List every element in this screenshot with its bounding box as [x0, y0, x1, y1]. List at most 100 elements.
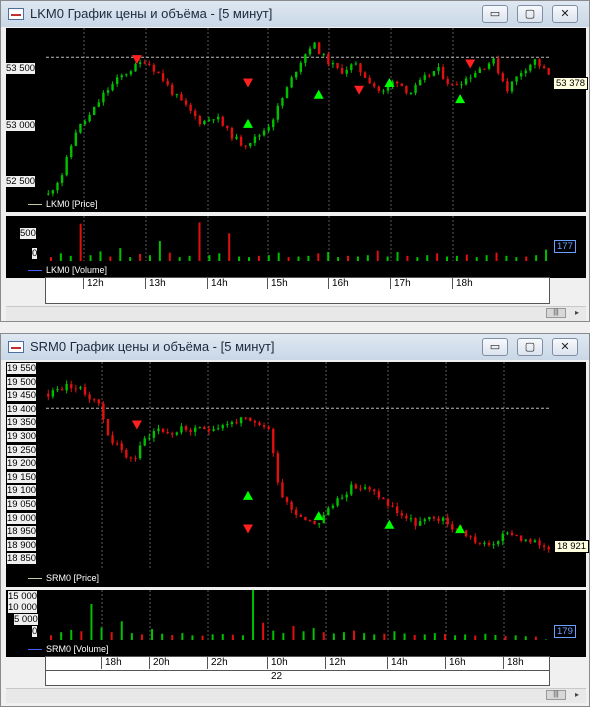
volume-bar	[332, 633, 335, 640]
title-bar[interactable]: LKM0 График цены и объёма - [5 минут] ▭ …	[1, 1, 589, 27]
close-button[interactable]: ✕	[552, 338, 578, 356]
y-label-right: 19 000	[554, 512, 584, 524]
candle-body	[501, 533, 504, 542]
candle-body	[464, 530, 468, 537]
price-pane[interactable]: 19 550 19 550 19 500 19 500 19 450 19 450 19 4…	[6, 362, 590, 587]
time-axis-label: 18h	[507, 657, 524, 668]
time-axis-label: 14h	[211, 278, 228, 289]
candle-body	[207, 429, 211, 431]
candle-body	[446, 78, 449, 84]
scroll-right-arrow-icon[interactable]: ▸	[572, 690, 582, 700]
sell-marker-icon	[243, 524, 253, 534]
candle-body	[542, 545, 546, 548]
scroll-thumb[interactable]: |||	[546, 690, 566, 700]
candle-body	[533, 59, 537, 65]
volume-bar	[446, 256, 449, 261]
time-axis-tick	[325, 656, 326, 669]
candle-body	[79, 123, 82, 133]
y-label-left: 53 500	[6, 63, 36, 74]
y-label-right: 18 950	[554, 526, 584, 538]
y-label-right: 15 000	[554, 591, 584, 602]
candle-body	[207, 119, 211, 121]
maximize-button[interactable]: ▢	[517, 5, 543, 23]
y-label-left: 19 450	[7, 390, 37, 402]
candle-body	[244, 417, 247, 419]
sell-marker-icon	[243, 78, 253, 88]
candle-body	[354, 63, 358, 65]
volume-bar	[228, 233, 231, 261]
maximize-button[interactable]: ▢	[517, 338, 543, 356]
candle-body	[74, 132, 78, 146]
volume-pane[interactable]: 15 000 10 000 5 000 0 15 000 10 000 5 00…	[6, 590, 586, 657]
close-button[interactable]: ✕	[552, 5, 578, 23]
candle-body	[405, 515, 408, 519]
window-title: SRM0 График цены и объёма - [5 минут]	[30, 339, 275, 354]
candle-body	[134, 64, 137, 72]
candle-body	[276, 105, 280, 120]
volume-bar	[282, 633, 285, 640]
candle-body	[327, 53, 330, 65]
volume-bar	[406, 255, 409, 261]
date-axis-label: 22	[271, 671, 283, 682]
candle-body	[423, 519, 426, 522]
y-label-left: 19 050	[7, 499, 37, 510]
volume-bar	[317, 253, 320, 261]
volume-bar	[376, 250, 379, 261]
candle-body	[226, 424, 229, 426]
volume-bar	[120, 621, 123, 640]
horizontal-scrollbar[interactable]: ||| ▸	[6, 306, 586, 321]
y-label-left: 19 150	[7, 471, 37, 483]
price-pane[interactable]: 53 500 53 000 52 500 53 500 53 000 52 50…	[6, 28, 589, 212]
candle-body	[143, 62, 146, 64]
candle-body	[428, 516, 431, 520]
candle-body	[519, 535, 523, 541]
scroll-right-arrow-icon[interactable]: ▸	[572, 308, 582, 318]
candle-body	[382, 497, 385, 500]
candle-body	[363, 72, 367, 78]
price-chart	[46, 28, 551, 212]
candle-body	[157, 71, 160, 74]
candle-body	[285, 87, 289, 99]
candle-body	[93, 106, 96, 116]
candle-body	[441, 517, 445, 521]
title-bar[interactable]: SRM0 График цены и объёма - [5 минут] ▭ …	[1, 334, 589, 360]
candle-body	[152, 431, 156, 438]
candle-body	[396, 506, 399, 514]
last-price-box: 18 921	[554, 539, 590, 553]
candle-body	[423, 75, 426, 80]
candle-body	[474, 536, 477, 543]
candle-body	[299, 62, 302, 72]
minimize-button[interactable]: ▭	[482, 338, 508, 356]
volume-bar	[158, 241, 161, 261]
volume-bar	[140, 634, 143, 640]
time-axis-tick	[503, 656, 504, 669]
candle-body	[340, 497, 344, 499]
y-label-right: 18 850	[554, 553, 584, 565]
candle-body	[373, 83, 376, 87]
candle-body	[331, 63, 335, 65]
candle-body	[432, 71, 436, 76]
volume-bar	[247, 257, 250, 261]
candle-body	[239, 417, 243, 424]
candle-body	[253, 136, 257, 144]
candle-body	[469, 536, 472, 538]
y-label-right: 19 050	[554, 499, 584, 510]
buy-marker-icon	[455, 94, 466, 104]
candle-body	[441, 67, 445, 79]
horizontal-scrollbar[interactable]: ||| ▸	[6, 688, 586, 703]
time-axis-tick	[149, 656, 150, 669]
volume-pane[interactable]: 500 0 500 0 177 LKM0 [Volume]	[6, 216, 586, 278]
volume-bar	[287, 257, 290, 261]
candle-body	[70, 145, 73, 158]
scroll-thumb[interactable]: |||	[546, 308, 566, 318]
y-label-left: 19 400	[7, 403, 37, 415]
volume-bar	[292, 625, 295, 640]
y-label-left: 19 000	[7, 512, 37, 524]
candle-body	[138, 445, 142, 459]
volume-chart	[49, 216, 548, 261]
minimize-button[interactable]: ▭	[482, 5, 508, 23]
time-axis-label: 15h	[271, 278, 288, 289]
y-label-right: 19 150	[554, 471, 584, 483]
time-axis-label: 12h	[329, 657, 346, 668]
candle-body	[487, 63, 491, 69]
